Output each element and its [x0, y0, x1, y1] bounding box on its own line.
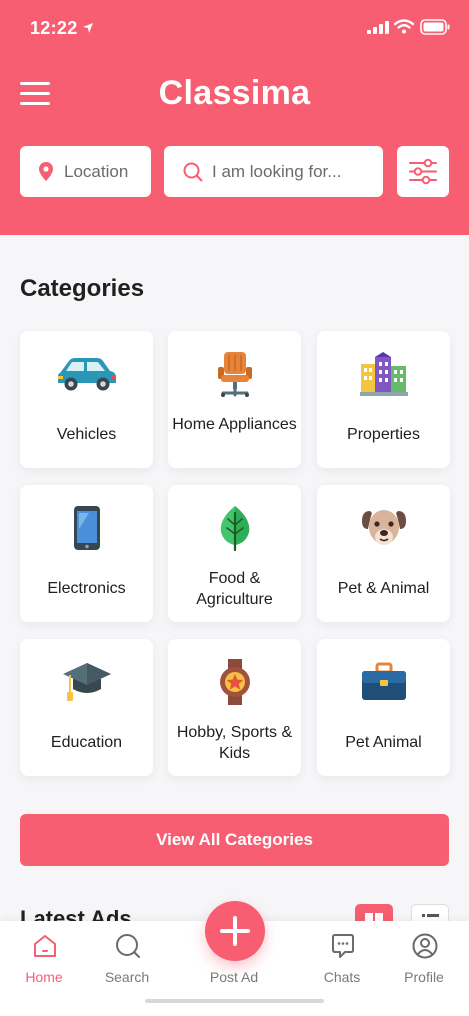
- app-header: 12:22 Classima Location I am looking for…: [0, 0, 469, 235]
- dog-icon: [361, 510, 406, 545]
- tab-label: Chats: [323, 969, 361, 985]
- tab-label: Profile: [404, 969, 444, 985]
- medal-icon: [219, 659, 250, 705]
- tab-chats[interactable]: Chats: [302, 921, 382, 996]
- smartphone-icon: [73, 506, 100, 550]
- briefcase-icon: [361, 662, 406, 700]
- view-all-categories-button[interactable]: View All Categories: [20, 814, 449, 866]
- search-placeholder: I am looking for...: [212, 162, 342, 181]
- leaf-icon: [220, 506, 249, 551]
- home-indicator: [145, 999, 324, 1003]
- category-card-home-appliances[interactable]: Home Appliances: [168, 331, 301, 468]
- battery-icon: [420, 19, 450, 35]
- map-pin-icon: [39, 162, 53, 181]
- chat-bubble-icon: [332, 934, 354, 958]
- tab-label: Search: [104, 969, 150, 985]
- post-ad-button[interactable]: [205, 901, 265, 961]
- category-card-electronics[interactable]: Electronics: [20, 485, 153, 622]
- category-card-pet-animal[interactable]: Pet & Animal: [317, 485, 450, 622]
- category-card-pet-animal-2[interactable]: Pet Animal: [317, 639, 450, 776]
- graduation-cap-icon: [62, 663, 111, 701]
- cellular-signal-icon: [367, 21, 389, 34]
- car-icon: [57, 358, 116, 391]
- category-label: Vehicles: [56, 426, 117, 443]
- wifi-icon: [394, 19, 414, 34]
- location-arrow-icon: [83, 23, 93, 33]
- filter-button[interactable]: [397, 146, 449, 197]
- tab-label: Home: [25, 969, 63, 985]
- tab-home[interactable]: Home: [4, 921, 84, 996]
- category-label: Pet Animal: [345, 734, 422, 751]
- categories-heading: Categories: [20, 275, 145, 302]
- buildings-icon: [359, 352, 408, 396]
- category-card-properties[interactable]: Properties: [317, 331, 450, 468]
- category-card-hobby-sports-kids[interactable]: Hobby, Sports & Kids: [168, 639, 301, 776]
- sliders-icon: [409, 158, 437, 185]
- status-time: 12:22: [30, 18, 78, 38]
- post-ad-label: Post Ad: [209, 969, 259, 985]
- category-label: Hobby, Sports & Kids: [176, 724, 293, 762]
- location-placeholder: Location: [64, 162, 129, 181]
- user-profile-icon: [412, 933, 438, 959]
- category-label: Properties: [347, 426, 420, 443]
- category-card-food-agriculture[interactable]: Food & Agriculture: [168, 485, 301, 622]
- home-icon: [34, 935, 56, 957]
- search-icon: [116, 934, 140, 958]
- search-input[interactable]: I am looking for...: [164, 146, 383, 197]
- category-card-vehicles[interactable]: Vehicles: [20, 331, 153, 468]
- category-card-education[interactable]: Education: [20, 639, 153, 776]
- tab-search[interactable]: Search: [87, 921, 167, 996]
- category-label: Pet & Animal: [337, 580, 430, 597]
- category-label: Food & Agriculture: [196, 570, 273, 608]
- tab-profile[interactable]: Profile: [384, 921, 464, 996]
- app-logo: Classima: [158, 74, 311, 112]
- location-field[interactable]: Location: [20, 146, 151, 197]
- category-label: Education: [50, 734, 123, 751]
- category-label: Electronics: [47, 580, 126, 597]
- status-bar: 12:22: [0, 0, 469, 58]
- search-icon: [183, 162, 203, 182]
- chair-icon: [217, 352, 252, 397]
- category-label: Home Appliances: [172, 416, 297, 433]
